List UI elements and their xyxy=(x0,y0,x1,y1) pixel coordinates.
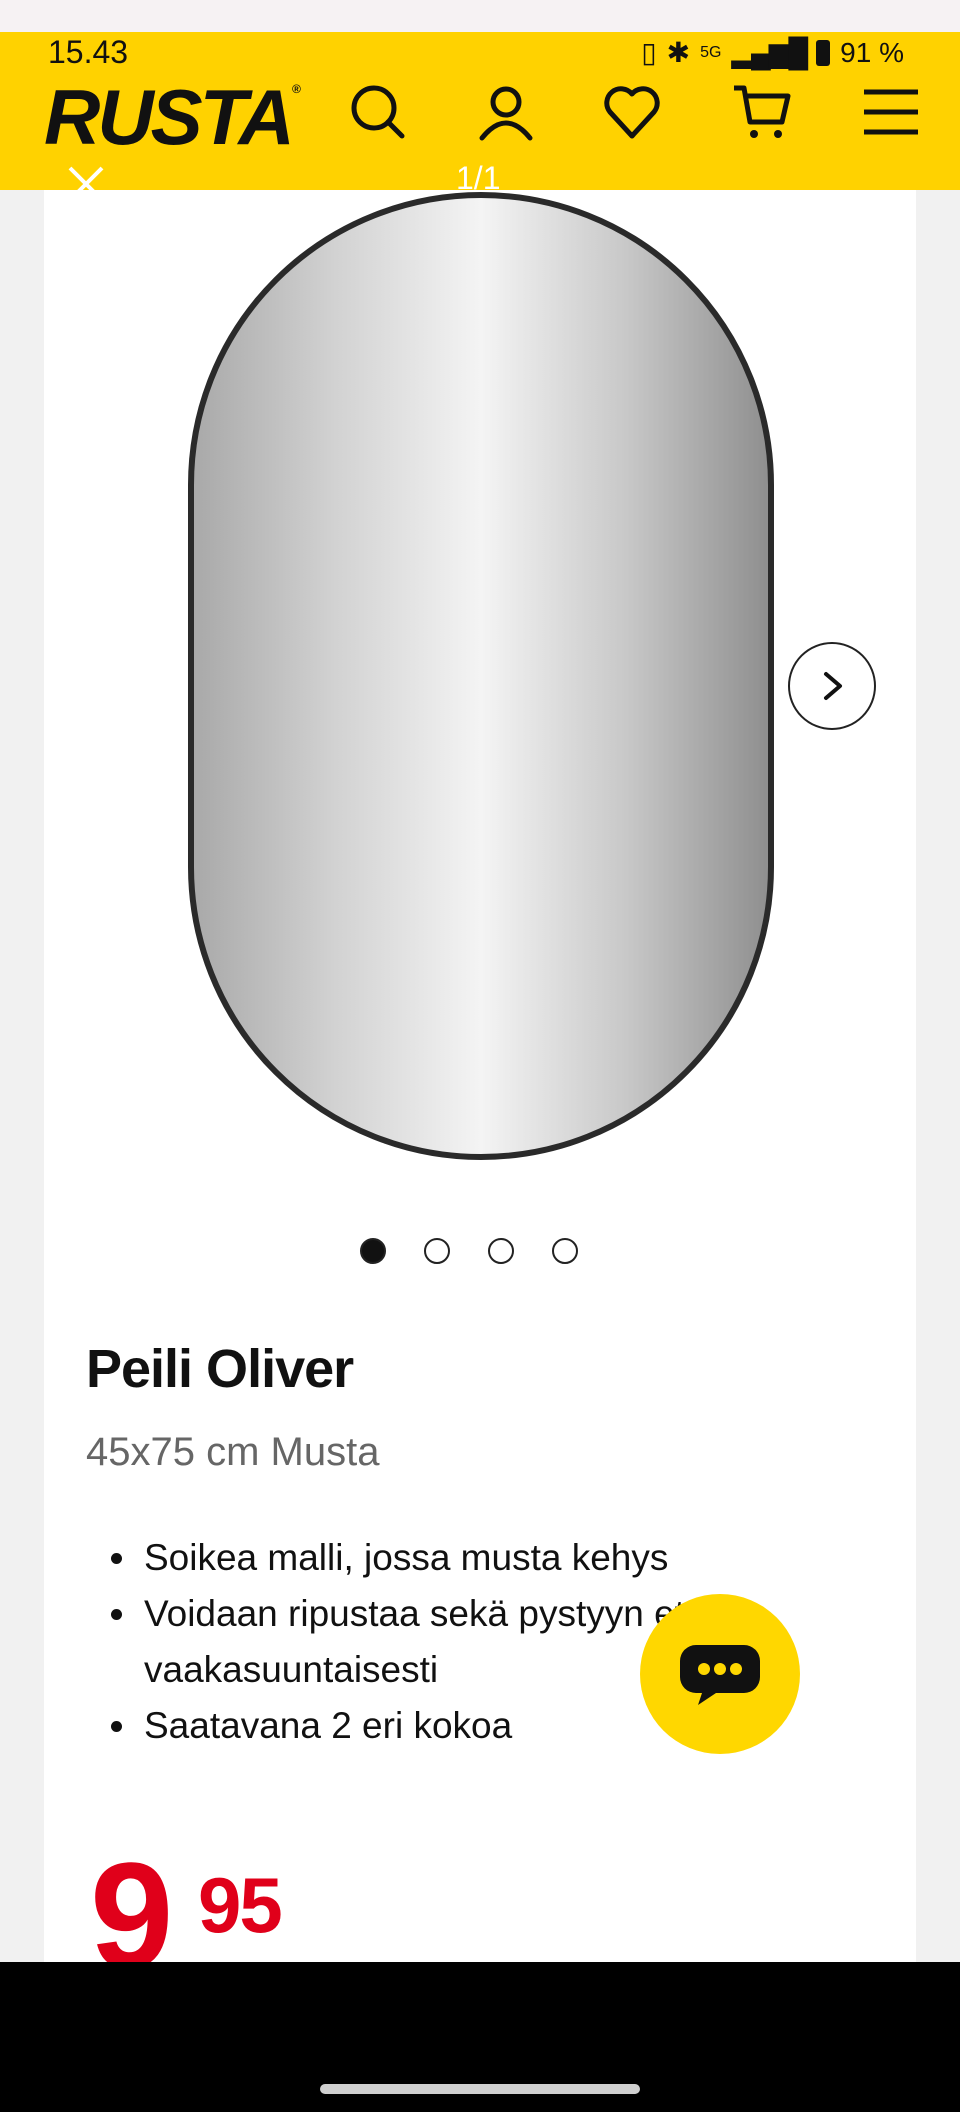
gallery-dot-1[interactable] xyxy=(360,1238,386,1264)
gallery-dot-3[interactable] xyxy=(488,1238,514,1264)
product-image-mirror[interactable] xyxy=(186,190,776,1162)
gallery-dot-4[interactable] xyxy=(552,1238,578,1264)
price-euros: 9 xyxy=(90,1840,173,1962)
feature-item: Soikea malli, jossa musta kehys xyxy=(140,1530,840,1586)
network-label: 5G xyxy=(700,43,722,61)
battery-level: 91 % xyxy=(840,36,904,68)
heart-icon[interactable] xyxy=(602,82,662,142)
battery-icon xyxy=(816,39,831,66)
rusta-logo[interactable]: RUSTA® xyxy=(44,72,301,163)
status-time: 15.43 xyxy=(48,34,129,70)
gallery-dots xyxy=(360,1238,578,1264)
signal-icon: ▂▄▆█ xyxy=(731,37,808,68)
vibrate-icon: ▯ xyxy=(641,37,657,68)
gallery-dot-2[interactable] xyxy=(424,1238,450,1264)
status-icons: ▯ ✱ 5G ▂▄▆█ 91 % xyxy=(641,36,904,69)
image-counter: 1/1 xyxy=(456,160,501,196)
bluetooth-icon: ✱ xyxy=(666,37,691,68)
cart-icon[interactable] xyxy=(732,82,792,142)
chevron-right-icon xyxy=(824,672,842,700)
next-image-button[interactable] xyxy=(788,642,876,730)
chat-button[interactable] xyxy=(640,1594,800,1754)
home-indicator[interactable] xyxy=(320,2084,640,2094)
chat-bubble-icon xyxy=(680,1645,760,1705)
menu-icon[interactable] xyxy=(862,82,922,142)
price-cents: 95 xyxy=(198,1861,283,1949)
product-subtitle: 45x75 cm Musta xyxy=(86,1430,380,1474)
product-title: Peili Oliver xyxy=(86,1339,354,1399)
product-price: 9 95 xyxy=(90,1840,350,1962)
status-strip xyxy=(0,0,960,32)
close-icon[interactable] xyxy=(62,160,110,208)
search-icon[interactable] xyxy=(348,82,408,142)
account-icon[interactable] xyxy=(476,82,536,142)
